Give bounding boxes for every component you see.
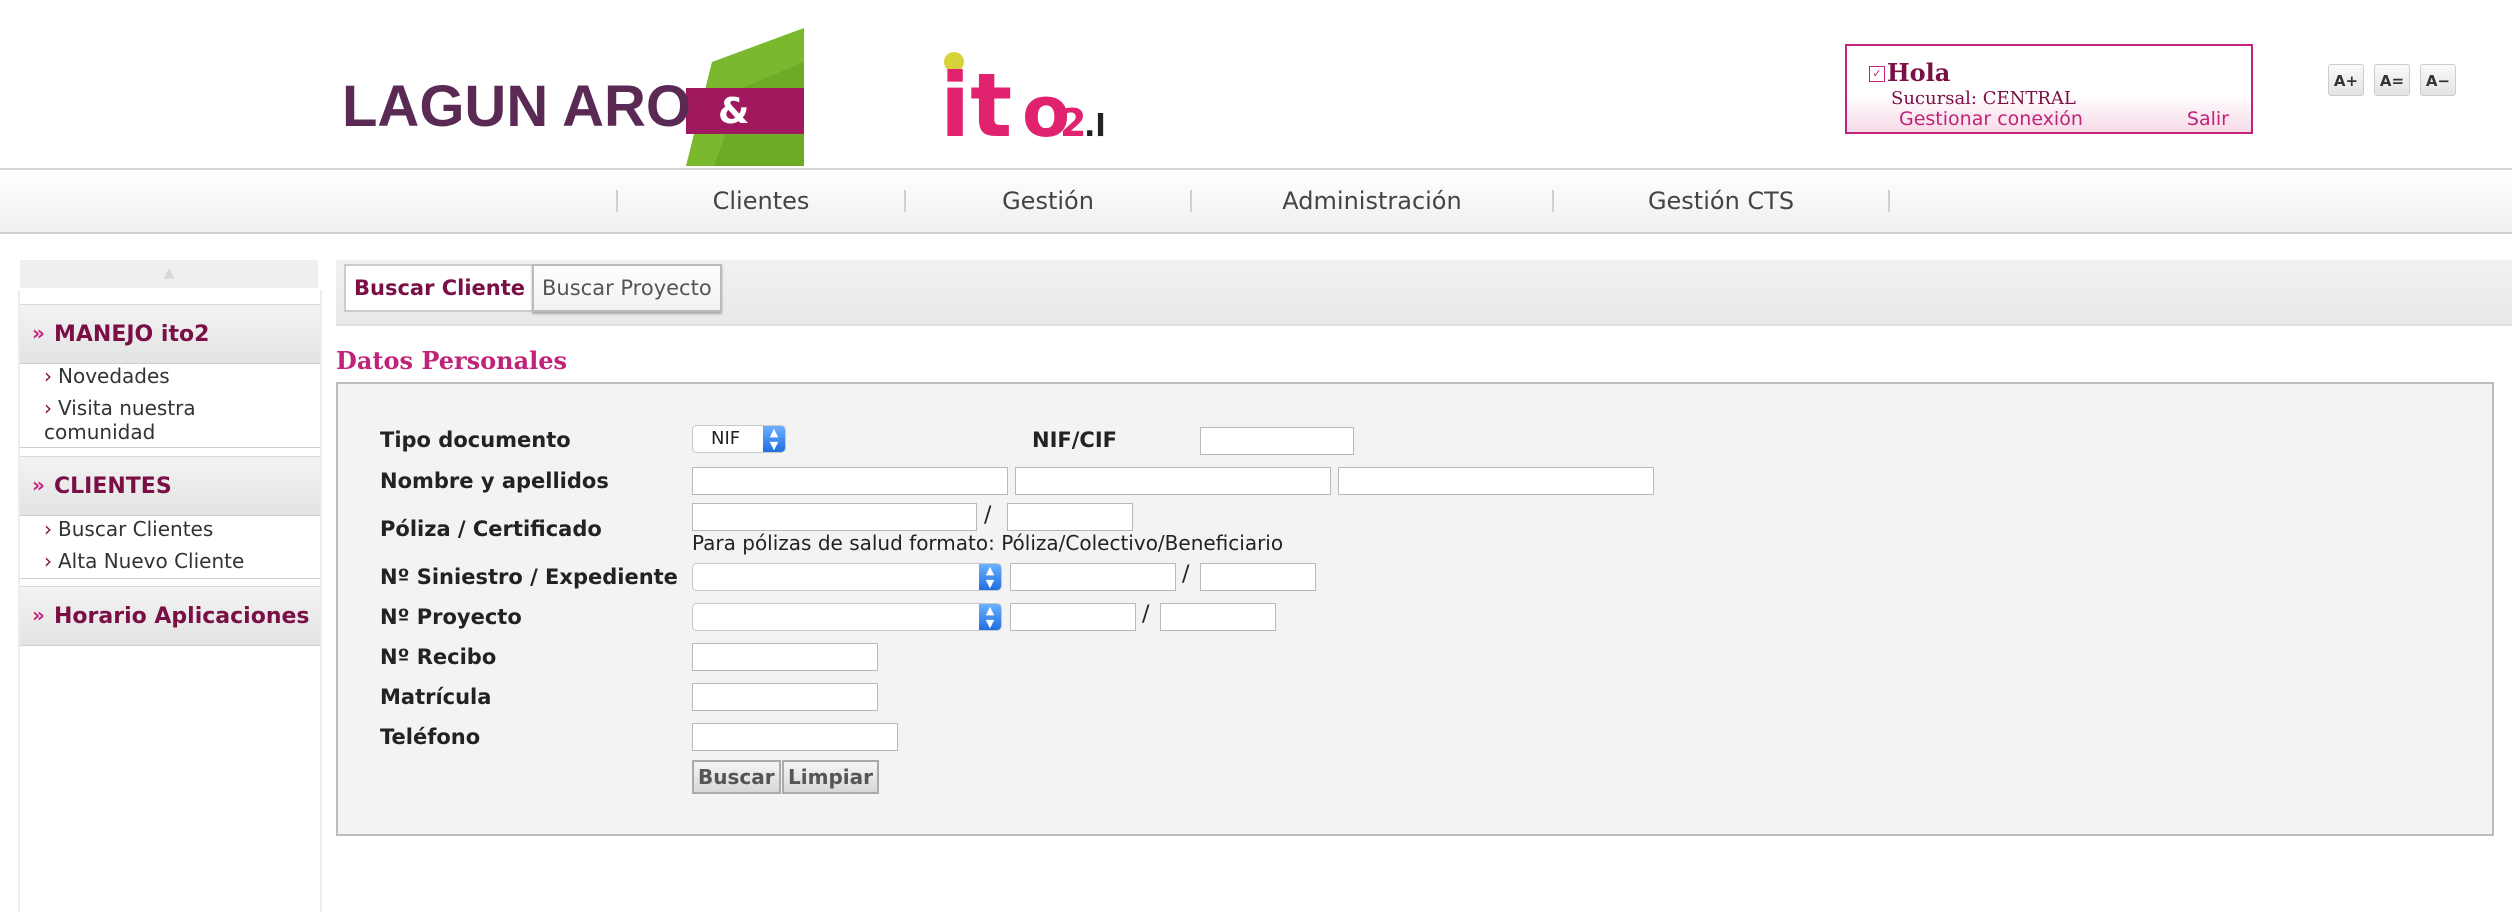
tab-buscar-cliente[interactable]: Buscar Cliente bbox=[344, 264, 536, 312]
sidebar-item-buscar-clientes[interactable]: › Buscar Clientes bbox=[44, 517, 213, 541]
buscar-button[interactable]: Buscar bbox=[692, 760, 781, 794]
select-arrows-icon: ▲ ▼ bbox=[979, 564, 1001, 590]
nav-item-clientes[interactable]: Clientes bbox=[618, 184, 904, 218]
svg-text:it: it bbox=[940, 54, 1012, 150]
telefono-label: Teléfono bbox=[380, 725, 481, 749]
chevron-right-icon: › bbox=[44, 396, 52, 420]
double-chevron-icon: » bbox=[32, 603, 45, 627]
double-chevron-icon: » bbox=[32, 473, 45, 497]
chevron-right-icon: › bbox=[44, 549, 52, 573]
limpiar-button[interactable]: Limpiar bbox=[782, 760, 879, 794]
svg-text:.l: .l bbox=[1084, 109, 1106, 144]
section-title: Datos Personales bbox=[336, 346, 568, 375]
double-chevron-icon: » bbox=[32, 321, 45, 345]
sidebar-section-manejo[interactable]: » MANEJO ito2 bbox=[20, 304, 320, 364]
matricula-input[interactable] bbox=[692, 683, 878, 711]
greeting: Hola bbox=[1887, 58, 1951, 87]
proyecto-suffix-input[interactable] bbox=[1160, 603, 1276, 631]
separator: / bbox=[1182, 562, 1190, 587]
sidebar-item-comunidad[interactable]: › Visita nuestra comunidad bbox=[44, 396, 244, 444]
nif-cif-input[interactable] bbox=[1200, 427, 1354, 455]
svg-text:&: & bbox=[718, 91, 749, 132]
chevron-right-icon: › bbox=[44, 517, 52, 541]
sidebar-border bbox=[320, 290, 322, 912]
separator: / bbox=[1142, 602, 1150, 627]
manage-connection-link[interactable]: Gestionar conexión bbox=[1899, 108, 2083, 130]
sidebar-collapse-button[interactable]: ▲ bbox=[20, 260, 318, 288]
recibo-label: Nº Recibo bbox=[380, 645, 497, 669]
nav-item-gestion[interactable]: Gestión bbox=[906, 184, 1190, 218]
nav-item-gestion-cts[interactable]: Gestión CTS bbox=[1554, 184, 1888, 218]
logout-link[interactable]: Salir bbox=[2187, 108, 2229, 130]
recibo-input[interactable] bbox=[692, 643, 878, 671]
nav-item-administracion[interactable]: Administración bbox=[1192, 184, 1552, 218]
sidebar-divider bbox=[20, 578, 320, 579]
user-session-box: ✓ Hola Sucursal: CENTRAL Gestionar conex… bbox=[1845, 44, 2253, 134]
siniestro-input[interactable] bbox=[1010, 563, 1176, 591]
separator: / bbox=[984, 503, 992, 528]
poliza-input[interactable] bbox=[692, 503, 977, 531]
telefono-input[interactable] bbox=[692, 723, 898, 751]
chevron-right-icon: › bbox=[44, 364, 52, 388]
search-form bbox=[336, 382, 2494, 836]
sidebar-item-novedades[interactable]: › Novedades bbox=[44, 364, 170, 388]
branch-label: Sucursal: CENTRAL bbox=[1891, 88, 2076, 109]
sidebar-item-alta-cliente[interactable]: › Alta Nuevo Cliente bbox=[44, 549, 244, 573]
nombre-input[interactable] bbox=[692, 467, 1008, 495]
nif-cif-label: NIF/CIF bbox=[1032, 428, 1117, 452]
poliza-label: Póliza / Certificado bbox=[380, 517, 602, 541]
certificado-input[interactable] bbox=[1007, 503, 1133, 531]
expediente-input[interactable] bbox=[1200, 563, 1316, 591]
svg-text:2: 2 bbox=[1060, 101, 1086, 145]
siniestro-select[interactable]: ▲ ▼ bbox=[692, 563, 1002, 591]
apellido2-input[interactable] bbox=[1338, 467, 1654, 495]
font-reset-button[interactable]: A= bbox=[2374, 64, 2410, 96]
select-arrows-icon: ▲ ▼ bbox=[979, 604, 1001, 630]
svg-text:LAGUN ARO: LAGUN ARO bbox=[342, 74, 691, 139]
lagun-aro-logo: & LAGUN ARO bbox=[342, 26, 804, 166]
nombre-label: Nombre y apellidos bbox=[380, 469, 609, 493]
tipo-documento-select[interactable]: NIF ▲ ▼ bbox=[692, 425, 786, 453]
apellido1-input[interactable] bbox=[1015, 467, 1331, 495]
siniestro-label: Nº Siniestro / Expediente bbox=[380, 565, 678, 589]
nav-separator bbox=[1888, 190, 1890, 212]
tipo-documento-label: Tipo documento bbox=[380, 428, 571, 452]
sidebar-section-clientes[interactable]: » CLIENTES bbox=[20, 456, 320, 516]
checkbox-icon[interactable]: ✓ bbox=[1869, 66, 1885, 82]
font-decrease-button[interactable]: A− bbox=[2420, 64, 2456, 96]
tab-buscar-proyecto[interactable]: Buscar Proyecto bbox=[532, 264, 722, 312]
font-increase-button[interactable]: A+ bbox=[2328, 64, 2364, 96]
proyecto-label: Nº Proyecto bbox=[380, 605, 522, 629]
select-arrows-icon: ▲ ▼ bbox=[763, 426, 785, 452]
matricula-label: Matrícula bbox=[380, 685, 492, 709]
proyecto-input[interactable] bbox=[1010, 603, 1136, 631]
poliza-hint: Para pólizas de salud formato: Póliza/Co… bbox=[692, 531, 1284, 555]
proyecto-select[interactable]: ▲ ▼ bbox=[692, 603, 1002, 631]
sidebar-divider bbox=[20, 447, 320, 448]
sidebar-section-horario[interactable]: » Horario Aplicaciones bbox=[20, 586, 320, 646]
ito2-logo: it o 2 .l bbox=[938, 40, 1118, 157]
